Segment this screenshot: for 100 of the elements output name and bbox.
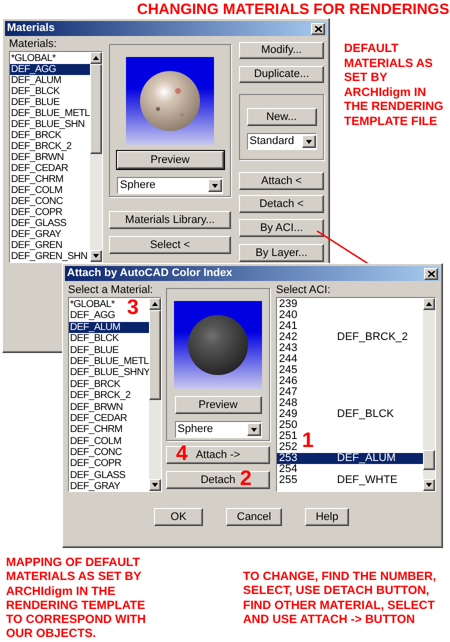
scroll-thumb[interactable] <box>423 450 435 470</box>
list-label: Materials: <box>9 38 58 51</box>
material-item[interactable]: DEF_ALUM <box>10 75 62 86</box>
window-title: Materials <box>7 23 55 34</box>
scroll-up-button[interactable] <box>149 298 161 310</box>
dialog-button[interactable]: Preview <box>116 151 224 169</box>
dropdown-arrow-icon <box>306 140 312 144</box>
aci-row[interactable]: 242 DEF_BRCK_2 <box>277 332 423 343</box>
step-number: 2 <box>240 468 252 490</box>
dialog-button[interactable]: Cancel <box>226 508 282 526</box>
dialog-button[interactable]: Preview <box>174 396 262 414</box>
dialog-button[interactable]: By Layer... <box>239 244 324 262</box>
material-item[interactable]: DEF_GRAY <box>10 229 61 240</box>
material-item[interactable]: DEF_COPR <box>69 458 122 470</box>
shape-dropdown[interactable]: Standard <box>246 133 316 150</box>
dropdown-arrow-icon <box>212 184 218 188</box>
dialog-button[interactable]: Materials Library... <box>109 211 231 229</box>
material-item[interactable]: *GLOBAL* <box>10 53 56 64</box>
scrollbar[interactable] <box>149 298 161 491</box>
material-item[interactable]: DEF_BLUE <box>10 97 60 108</box>
material-item[interactable]: DEF_CONC <box>10 196 63 207</box>
dialog-button[interactable]: OK <box>154 508 203 526</box>
step-number: 4 <box>176 443 188 465</box>
default-materials-note: DEFAULT MATERIALS AS SET BY ARCHIdigm IN THE RENDERING TEMPLATE FILE <box>344 41 444 128</box>
material-item[interactable]: DEF_GLASS <box>10 218 66 229</box>
shape-dropdown[interactable]: Sphere <box>117 177 223 194</box>
material-item[interactable]: DEF_GRAY <box>69 481 120 491</box>
material-item[interactable]: DEF_COLM <box>69 436 122 448</box>
dialog-button[interactable]: Modify... <box>239 42 324 59</box>
aci-material: DEF_WHTE <box>337 475 398 486</box>
material-item[interactable]: DEF_BRCK <box>10 130 62 141</box>
material-item[interactable]: DEF_BRWN <box>10 152 64 163</box>
material-item[interactable]: DEF_ALUM <box>69 322 149 334</box>
scrollbar[interactable] <box>423 298 435 491</box>
material-item[interactable]: DEF_AGG <box>10 64 90 75</box>
dialog-button[interactable]: New... <box>246 108 316 126</box>
aci-row[interactable]: 255 DEF_WHTE <box>277 475 423 486</box>
material-item[interactable]: DEF_BLUE_SHN <box>10 119 85 130</box>
aci-number: 249 <box>279 409 298 420</box>
material-item[interactable]: *GLOBAL* <box>69 299 115 310</box>
material-item[interactable]: DEF_CHRM <box>69 424 122 436</box>
material-item[interactable]: DEF_GREN_SHN <box>10 251 88 262</box>
dialog-button[interactable]: Attach < <box>239 172 324 190</box>
aci-row[interactable]: 249 DEF_BLCK <box>277 409 423 420</box>
material-item[interactable]: DEF_AGG <box>69 310 115 322</box>
change-note: TO CHANGE, FIND THE NUMBER, SELECT, USE DETACH BUTTON, FIND OTHER MATERIAL, SELECT AND USE ATTACH -> BUTTON <box>243 569 438 626</box>
aci-number: 253 <box>279 453 298 464</box>
material-item[interactable]: DEF_BRCK <box>69 378 120 390</box>
close-icon <box>314 26 322 32</box>
material-item[interactable]: DEF_BLCK <box>69 333 118 345</box>
close-icon <box>428 270 434 276</box>
scroll-thumb[interactable] <box>149 310 161 400</box>
scroll-down-button[interactable] <box>423 479 435 491</box>
window-title: Attach by AutoCAD Color Index <box>67 268 232 279</box>
material-item[interactable]: DEF_CONC <box>69 447 122 458</box>
material-item[interactable]: DEF_BLUE_METL <box>69 356 149 368</box>
material-item[interactable]: DEF_BLUE_METL <box>10 108 90 119</box>
down-arrow-icon <box>152 483 158 487</box>
material-item[interactable]: DEF_BLUE <box>69 344 118 356</box>
aci-material: DEF_BRCK_2 <box>337 332 408 343</box>
material-item[interactable]: DEF_BLCK <box>10 86 60 97</box>
close-button[interactable] <box>424 268 438 280</box>
material-list[interactable]: *GLOBAL* DEF_AGG DEF_ALUM DEF_BLCK DEF_BLUE DEF_BLUE_METL DEF_BLUE_SHN DEF_BRCK DEF_BRCK_2 DEF_BRWN DEF_CEDAR DEF_CHRM DEF_COLM DEF_CONC DEF_COPR DEF_GLASS DEF_GRAY DEF_GREN DEF_GREN_SHN <box>9 51 103 263</box>
up-arrow-icon <box>426 302 432 306</box>
dialog-button[interactable]: Help <box>305 508 349 526</box>
material-item[interactable]: DEF_BRCK_2 <box>69 390 130 402</box>
step-number: 3 <box>127 297 139 319</box>
dialog-button[interactable]: Select < <box>109 236 231 254</box>
scroll-down-button[interactable] <box>149 479 161 491</box>
material-item[interactable]: DEF_GREN <box>10 240 62 251</box>
aci-material: DEF_BLCK <box>337 409 394 420</box>
dialog-button[interactable]: Detach < <box>239 195 324 213</box>
down-arrow-icon <box>426 483 432 487</box>
scroll-thumb[interactable] <box>90 64 102 154</box>
down-arrow-icon <box>93 254 99 258</box>
aci-number: 255 <box>279 475 298 486</box>
list-label: Select ACI: <box>276 284 332 297</box>
up-arrow-icon <box>152 302 158 306</box>
step-number: 1 <box>302 430 314 452</box>
scroll-up-button[interactable] <box>90 52 102 64</box>
material-item[interactable]: DEF_BRWN <box>69 402 123 413</box>
material-item[interactable]: DEF_GLASS <box>69 470 126 482</box>
aci-material: DEF_ALUM <box>337 453 396 464</box>
material-item[interactable]: DEF_CHRM <box>10 174 64 185</box>
aci-row[interactable]: 253 DEF_ALUM <box>277 453 423 464</box>
dialog-button[interactable]: By ACI... <box>239 219 324 237</box>
shape-dropdown[interactable]: Sphere <box>174 421 262 438</box>
dialog-button[interactable]: Duplicate... <box>239 66 324 83</box>
material-item[interactable]: DEF_BRCK_2 <box>10 141 72 152</box>
page-heading: CHANGING MATERIALS FOR RENDERINGS <box>137 1 450 19</box>
material-item[interactable]: DEF_COLM <box>10 185 62 196</box>
mapping-note: MAPPING OF DEFAULT MATERIALS AS SET BY ARCHIdigm IN THE RENDERING TEMPLATE TO CORRESPOND WITH OUR OBJECTS. <box>6 555 147 641</box>
scroll-up-button[interactable] <box>423 298 435 310</box>
material-item[interactable]: DEF_COPR <box>10 207 62 218</box>
up-arrow-icon <box>93 56 99 60</box>
material-item[interactable]: DEF_CEDAR <box>10 163 68 174</box>
close-button[interactable] <box>311 22 325 34</box>
scrollbar[interactable] <box>90 52 102 262</box>
material-item[interactable]: DEF_CEDAR <box>69 412 127 424</box>
scroll-down-button[interactable] <box>90 250 102 262</box>
